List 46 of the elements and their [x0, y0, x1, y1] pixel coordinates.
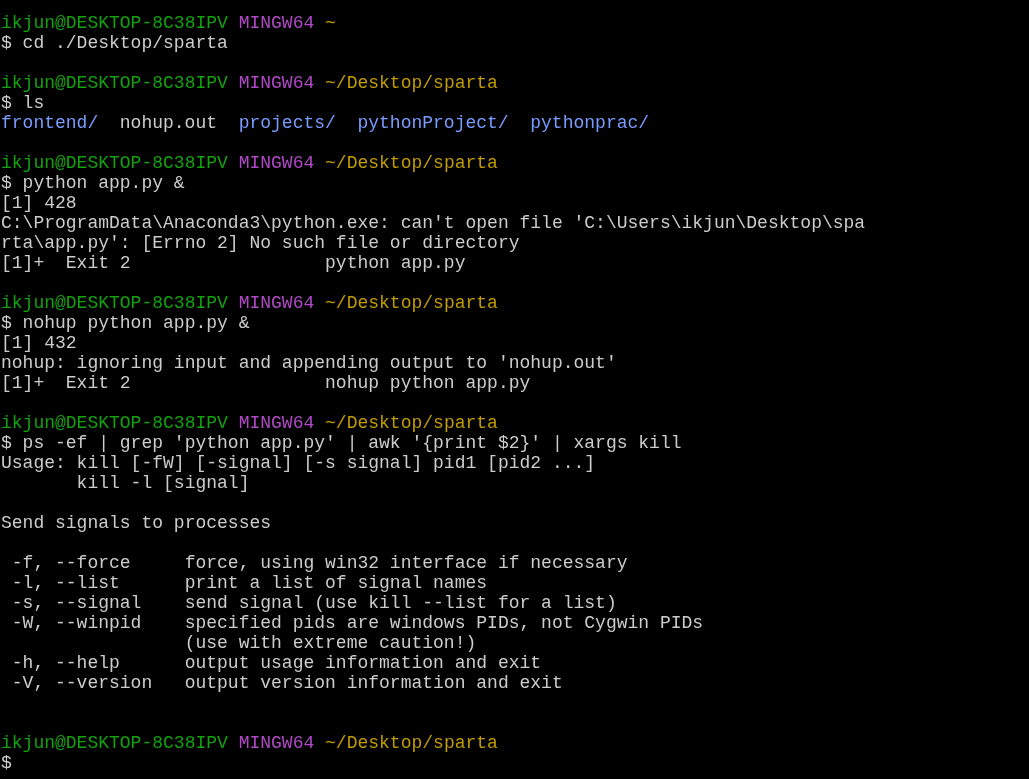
directory-name: pythonProject/ [357, 113, 509, 133]
command-line: $ [1, 753, 12, 773]
command-line: $ nohup python app.py & [1, 313, 250, 333]
output-line: rta\app.py': [Errno 2] No such file or directory [1, 233, 520, 253]
directory-name: frontend/ [1, 113, 99, 133]
command-line: $ ls [1, 93, 45, 113]
output-line: [1]+ Exit 2 nohup python app.py [1, 373, 531, 393]
output-line: Send signals to processes [1, 513, 272, 533]
path-label: ~/Desktop/sparta [325, 293, 498, 313]
shell-label: MINGW64 [238, 73, 315, 93]
output-line: kill -l [signal] [75, 473, 250, 493]
user-host-label: ikjun@DESKTOP-8C38IPV [1, 413, 228, 433]
file-name: nohup.out [119, 113, 218, 133]
user-host-label: ikjun@DESKTOP-8C38IPV [1, 293, 228, 313]
path-label: ~/Desktop/sparta [325, 413, 498, 433]
shell-label: MINGW64 [238, 413, 315, 433]
output-line: -V, --version output version information and exit [10, 673, 563, 693]
directory-name: projects/ [238, 113, 336, 133]
user-host-label: ikjun@DESKTOP-8C38IPV [1, 73, 228, 93]
shell-label: MINGW64 [238, 733, 315, 753]
shell-label: MINGW64 [238, 153, 315, 173]
user-host-label: ikjun@DESKTOP-8C38IPV [1, 13, 228, 33]
output-line: Usage: kill [-fW] [-signal] [-s signal] pid1 [pid2 ...] [1, 453, 596, 473]
directory-name: pythonprac/ [530, 113, 650, 133]
output-line: (use with extreme caution!) [183, 633, 477, 653]
path-label: ~ [325, 13, 336, 33]
user-host-label: ikjun@DESKTOP-8C38IPV [1, 153, 228, 173]
output-line: [1]+ Exit 2 python app.py [1, 253, 466, 273]
output-line: nohup: ignoring input and appending output to 'nohup.out' [1, 353, 617, 373]
path-label: ~/Desktop/sparta [325, 73, 498, 93]
output-line: -l, --list print a list of signal names [10, 573, 488, 593]
output-line: [1] 432 [1, 333, 77, 353]
output-line: -h, --help output usage information and exit [10, 653, 542, 673]
command-line: $ python app.py & [1, 173, 185, 193]
shell-label: MINGW64 [238, 13, 315, 33]
path-label: ~/Desktop/sparta [325, 733, 498, 753]
user-host-label: ikjun@DESKTOP-8C38IPV [1, 733, 228, 753]
command-line: $ cd ./Desktop/sparta [1, 33, 228, 53]
output-line: [1] 428 [1, 193, 77, 213]
shell-label: MINGW64 [238, 293, 315, 313]
command-line: $ ps -ef | grep 'python app.py' | awk '{print $2}' | xargs kill [1, 433, 682, 453]
output-line: C:\ProgramData\Anaconda3\python.exe: can't open file 'C:\Users\ikjun\Desktop\spa [1, 213, 866, 233]
output-line: -W, --winpid specified pids are windows PIDs, not Cygwin PIDs [10, 613, 704, 633]
path-label: ~/Desktop/sparta [325, 153, 498, 173]
output-line: -f, --force force, using win32 interface if necessary [10, 553, 628, 573]
output-line: -s, --signal send signal (use kill --list for a list) [10, 593, 617, 613]
